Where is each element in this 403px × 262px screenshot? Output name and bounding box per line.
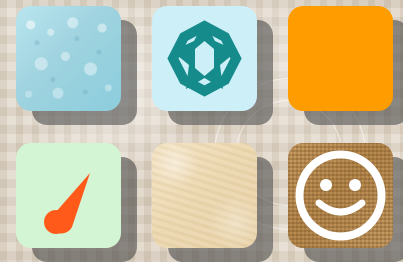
game-board xyxy=(0,0,403,262)
smiley-face-icon xyxy=(288,143,393,248)
tile-paper[interactable] xyxy=(152,143,257,248)
tile-smiley[interactable] xyxy=(288,143,393,248)
octagram-icon xyxy=(152,6,257,111)
tile-water-drops[interactable] xyxy=(16,6,121,111)
tile-octagram[interactable] xyxy=(152,6,257,111)
paper-texture-icon xyxy=(152,143,257,248)
tile-orange[interactable] xyxy=(288,6,393,111)
tile-comet[interactable] xyxy=(16,143,121,248)
water-drops-texture-icon xyxy=(16,6,121,111)
blank-orange-tile-icon xyxy=(288,6,393,111)
comet-icon xyxy=(16,143,121,248)
